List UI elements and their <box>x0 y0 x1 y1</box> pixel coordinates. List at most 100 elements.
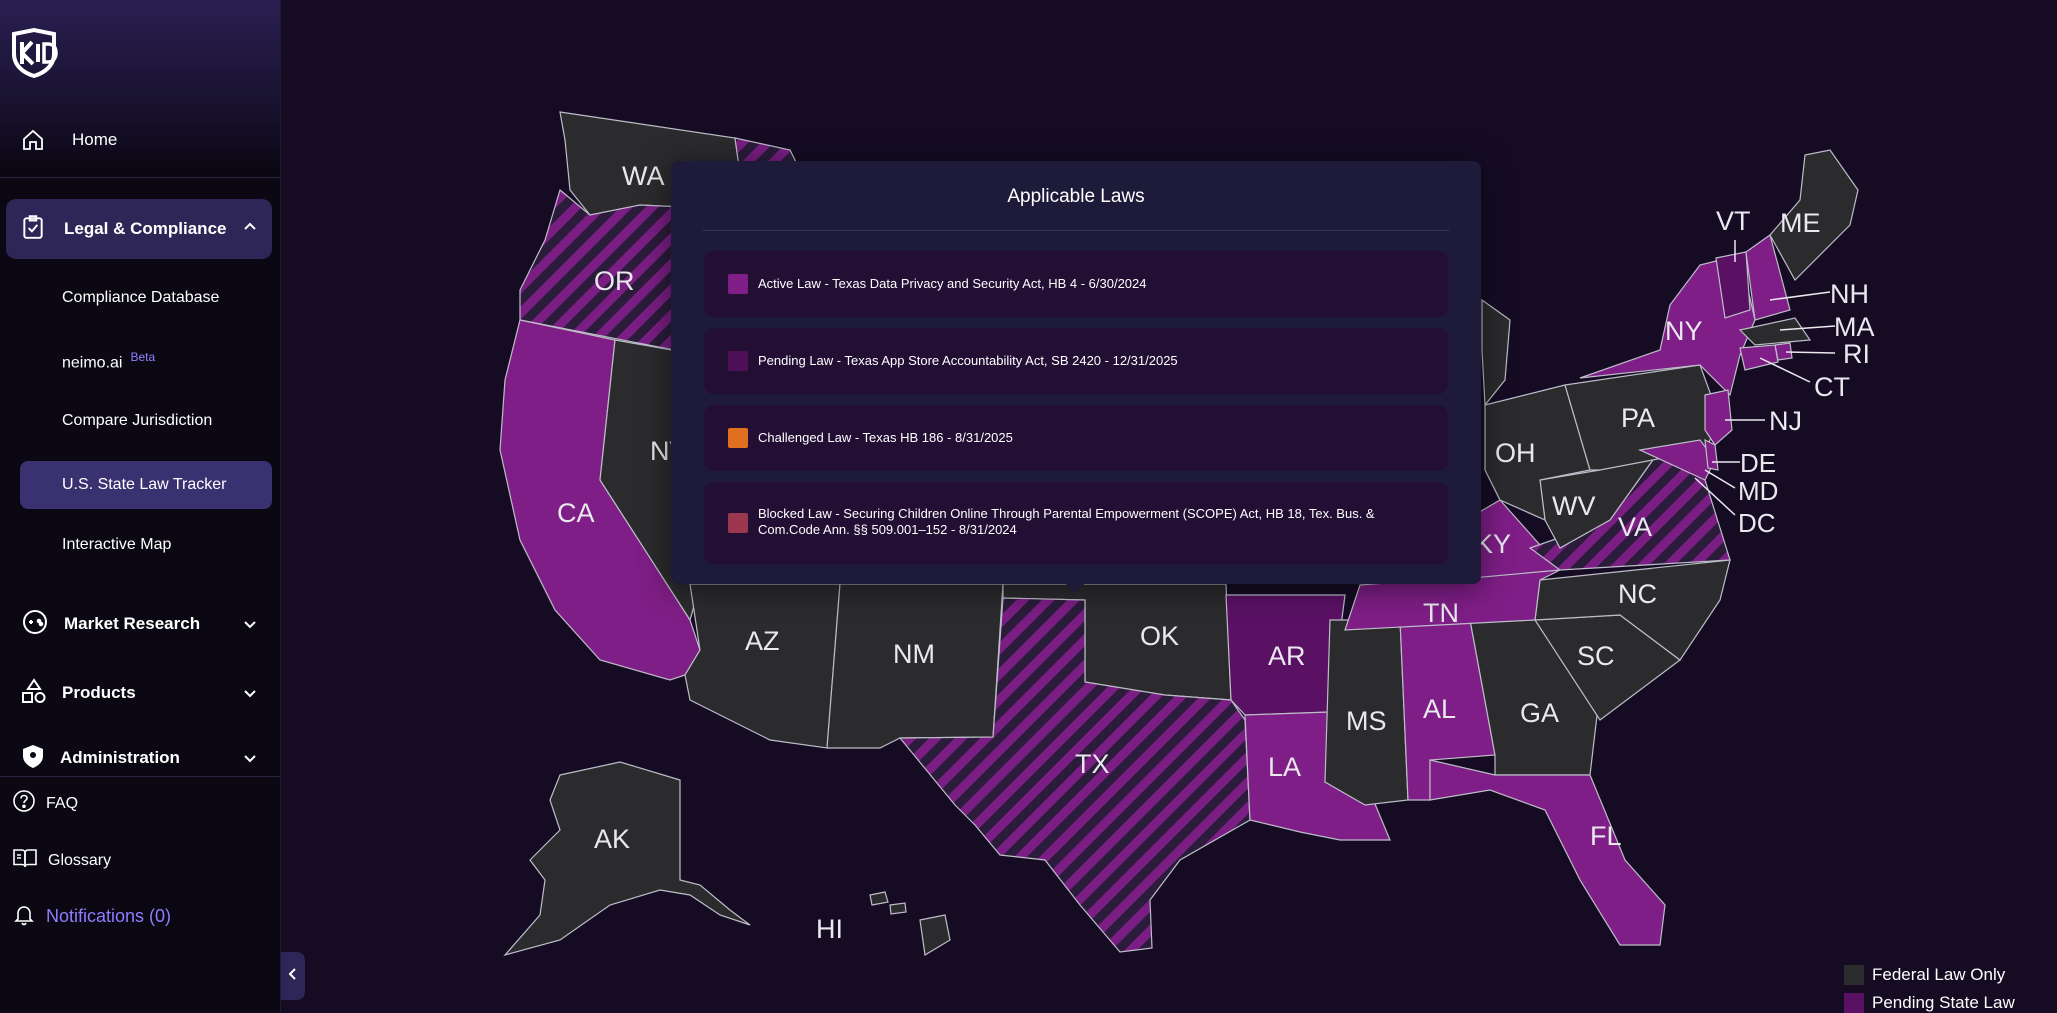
legend-swatch <box>1844 993 1864 1013</box>
home-icon <box>18 125 48 155</box>
label-dc: DC <box>1738 508 1776 538</box>
label-or: OR <box>594 266 635 296</box>
law-item-challenged[interactable]: Challenged Law - Texas HB 186 - 8/31/202… <box>704 405 1448 471</box>
label-de: DE <box>1740 448 1776 478</box>
chevron-down-icon <box>242 685 258 706</box>
label-ar: AR <box>1268 641 1306 671</box>
law-item-blocked[interactable]: Blocked Law - Securing Children Online T… <box>704 482 1448 564</box>
nav-neimo-label: neimo.ai <box>62 354 123 372</box>
law-text: Active Law - Texas Data Privacy and Secu… <box>758 276 1147 291</box>
label-vt: VT <box>1716 206 1751 236</box>
state-nj[interactable] <box>1704 389 1733 446</box>
nav-notifications[interactable]: Notifications (0) <box>12 902 171 931</box>
popup-title: Applicable Laws <box>1007 186 1145 207</box>
question-circle-icon <box>12 789 36 818</box>
legend-pending: Pending State Law <box>1844 993 2015 1013</box>
chevron-down-icon <box>242 750 258 771</box>
law-text: Blocked Law - Securing Children Online T… <box>758 506 1375 537</box>
state-az[interactable] <box>684 583 841 749</box>
legend-swatch <box>1844 965 1864 985</box>
legend-label: Federal Law Only <box>1872 965 2006 984</box>
popup-divider <box>703 230 1449 231</box>
legend-federal: Federal Law Only <box>1844 965 2005 985</box>
nav-home-label: Home <box>72 130 118 149</box>
state-fl[interactable] <box>1429 759 1666 946</box>
label-wv: WV <box>1552 491 1596 521</box>
shapes-icon <box>20 677 48 710</box>
label-nh: NH <box>1830 279 1869 309</box>
label-ca: CA <box>557 498 595 528</box>
label-nm: NM <box>893 639 935 669</box>
nav-glossary[interactable]: Glossary <box>12 846 111 875</box>
label-va: VA <box>1618 512 1652 542</box>
nav-legal-compliance[interactable]: Legal & Compliance <box>6 199 272 259</box>
nav-administration[interactable]: Administration <box>20 744 272 772</box>
admin-icon <box>20 744 46 772</box>
nav-market-research-label: Market Research <box>64 614 201 633</box>
nav-compare-jurisdiction[interactable]: Compare Jurisdiction <box>62 412 212 430</box>
chevron-down-icon <box>242 616 258 637</box>
label-nc: NC <box>1618 579 1657 609</box>
nav-faq-label: FAQ <box>46 794 79 812</box>
label-ct: CT <box>1814 372 1850 402</box>
nav-faq[interactable]: FAQ <box>12 789 78 818</box>
blocked-law-swatch <box>728 513 748 533</box>
applicable-laws-popup: Applicable Laws Active Law - Texas Data … <box>671 161 1481 584</box>
label-fl: FL <box>1590 821 1622 851</box>
kid-logo[interactable] <box>6 26 62 79</box>
label-ri: RI <box>1843 339 1870 369</box>
label-oh: OH <box>1495 438 1536 468</box>
sidebar-divider <box>0 177 280 178</box>
label-ms: MS <box>1346 706 1387 736</box>
law-text: Challenged Law - Texas HB 186 - 8/31/202… <box>758 430 1013 445</box>
label-ak: AK <box>594 824 630 854</box>
state-ak[interactable] <box>503 761 751 957</box>
nav-us-state-law-tracker[interactable]: U.S. State Law Tracker <box>20 461 272 509</box>
gamepad-icon <box>20 609 50 640</box>
label-me: ME <box>1780 208 1821 238</box>
state-in[interactable] <box>1481 298 1511 407</box>
active-law-swatch <box>728 274 748 294</box>
label-pa: PA <box>1621 403 1655 433</box>
sidebar: Home Legal & Compliance Compliance Datab… <box>0 0 281 1012</box>
nav-glossary-label: Glossary <box>48 851 112 869</box>
label-nj: NJ <box>1769 406 1802 436</box>
book-open-icon <box>12 846 38 875</box>
nav-notifications-label: Notifications (0) <box>46 906 172 926</box>
state-hi-2[interactable] <box>869 891 889 906</box>
nav-legal-label: Legal & Compliance <box>64 219 227 238</box>
nav-neimo-ai[interactable]: neimo.ai Beta <box>62 350 155 372</box>
challenged-law-swatch <box>728 428 748 448</box>
nav-products[interactable]: Products <box>20 675 272 711</box>
state-hi-3[interactable] <box>889 902 907 915</box>
nav-compliance-database[interactable]: Compliance Database <box>62 289 219 307</box>
law-item-pending[interactable]: Pending Law - Texas App Store Accountabi… <box>704 328 1448 394</box>
sidebar-collapse-button[interactable] <box>281 952 305 1000</box>
nav-administration-label: Administration <box>60 748 180 767</box>
bell-icon <box>12 902 36 931</box>
label-ny: NY <box>1665 316 1703 346</box>
sidebar-footer-divider <box>0 776 280 777</box>
label-ma: MA <box>1834 312 1875 342</box>
label-tn: TN <box>1423 598 1459 628</box>
nav-interactive-map[interactable]: Interactive Map <box>62 536 171 554</box>
nav-tracker-label: U.S. State Law Tracker <box>62 476 227 493</box>
clipboard-check-icon <box>20 214 46 245</box>
nav-market-research[interactable]: Market Research <box>20 606 272 642</box>
pending-law-swatch <box>728 351 748 371</box>
legend-label: Pending State Law <box>1872 993 2015 1012</box>
state-ct[interactable] <box>1739 344 1779 371</box>
nav-products-label: Products <box>62 683 136 702</box>
state-hi-1[interactable] <box>919 914 951 956</box>
label-az: AZ <box>745 626 780 656</box>
label-ok: OK <box>1140 621 1179 651</box>
nav-home[interactable]: Home <box>0 120 280 160</box>
chevron-up-icon <box>242 219 258 240</box>
label-al: AL <box>1423 694 1456 724</box>
label-sc: SC <box>1577 641 1615 671</box>
label-tx: TX <box>1075 749 1110 779</box>
law-item-active[interactable]: Active Law - Texas Data Privacy and Secu… <box>704 251 1448 317</box>
label-ga: GA <box>1520 698 1559 728</box>
label-la: LA <box>1268 752 1301 782</box>
label-wa: WA <box>622 161 665 191</box>
